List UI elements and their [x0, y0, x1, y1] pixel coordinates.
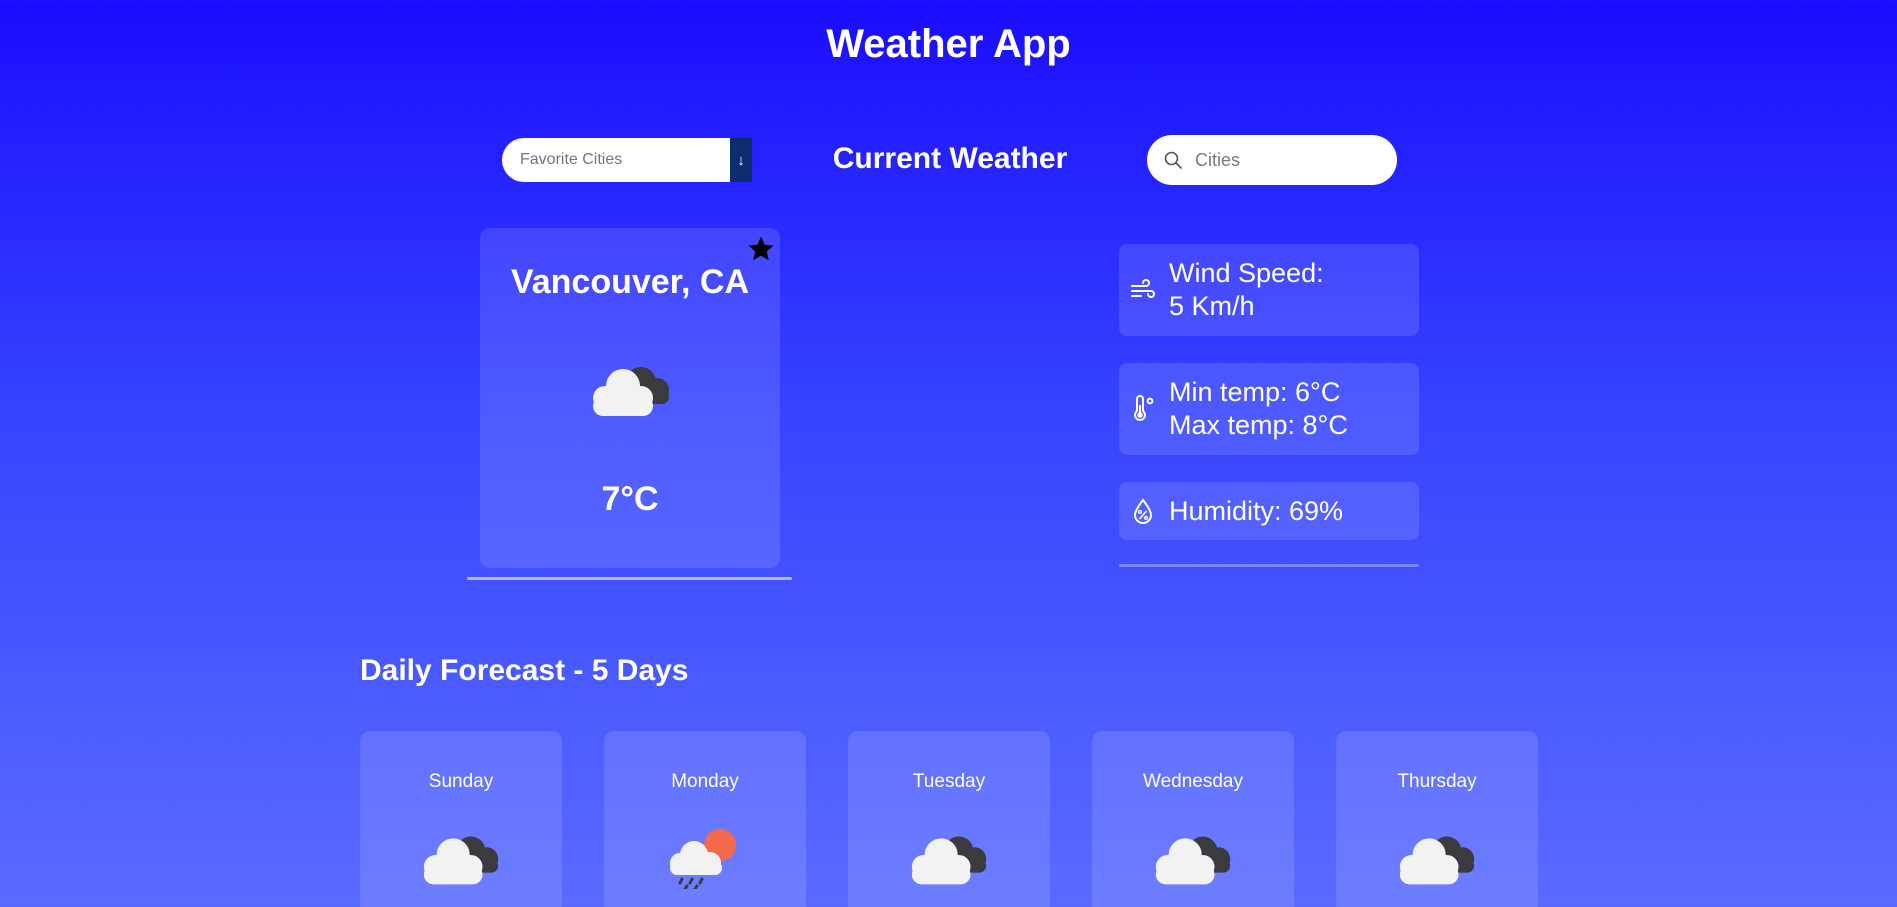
forecast-day: Tuesday [912, 771, 986, 792]
cloudy-icon [1392, 825, 1482, 889]
cloudy-icon [1148, 825, 1238, 889]
current-weather-card: Vancouver, CA 7°C [480, 228, 780, 568]
search-icon [1164, 151, 1182, 169]
city-name: Vancouver, CA [510, 263, 750, 301]
wind-icon [1131, 279, 1155, 298]
forecast-card-wednesday: Wednesday [1092, 731, 1294, 907]
forecast-card-sunday: Sunday [360, 731, 562, 907]
forecast-day: Monday [671, 771, 739, 792]
arrow-down-icon[interactable]: ↓ [730, 138, 752, 182]
cloudy-icon [904, 825, 994, 889]
wind-speed-card: Wind Speed: 5 Km/h [1119, 244, 1419, 336]
current-temperature: 7°C [601, 480, 659, 518]
max-temp: Max temp: 8°C [1169, 410, 1348, 440]
cloudy-icon [416, 825, 506, 889]
forecast-card-tuesday: Tuesday [848, 731, 1050, 907]
forecast-day: Sunday [428, 771, 494, 792]
forecast-title: Daily Forecast - 5 Days [360, 654, 689, 687]
card-underline [467, 577, 792, 580]
app-title: Weather App [826, 22, 1071, 66]
rain-sun-icon [660, 825, 750, 889]
details-underline [1119, 564, 1419, 567]
current-weather-title: Current Weather [832, 142, 1068, 175]
search-input[interactable] [1193, 148, 1387, 172]
favorite-cities-select[interactable]: Favorite Cities ↓ [502, 138, 752, 182]
temperature-range-card: Min temp: 6°C Max temp: 8°C [1119, 363, 1419, 455]
humidity-value: Humidity: 69% [1169, 495, 1344, 526]
humidity-icon [1133, 498, 1153, 524]
forecast-day: Thursday [1397, 771, 1477, 792]
city-search[interactable] [1147, 135, 1397, 185]
min-temp: Min temp: 6°C [1169, 377, 1341, 407]
favorite-cities-placeholder: Favorite Cities [520, 151, 623, 168]
forecast-card-thursday: Thursday [1336, 731, 1538, 907]
forecast-card-monday: Monday [604, 731, 806, 907]
star-icon[interactable] [746, 234, 776, 264]
cloudy-icon [585, 356, 677, 420]
humidity-card: Humidity: 69% [1119, 482, 1419, 540]
thermometer-icon [1134, 395, 1154, 421]
wind-speed-label: Wind Speed: [1169, 258, 1324, 288]
forecast-day: Wednesday [1143, 771, 1243, 792]
wind-speed-value: 5 Km/h [1169, 291, 1255, 321]
